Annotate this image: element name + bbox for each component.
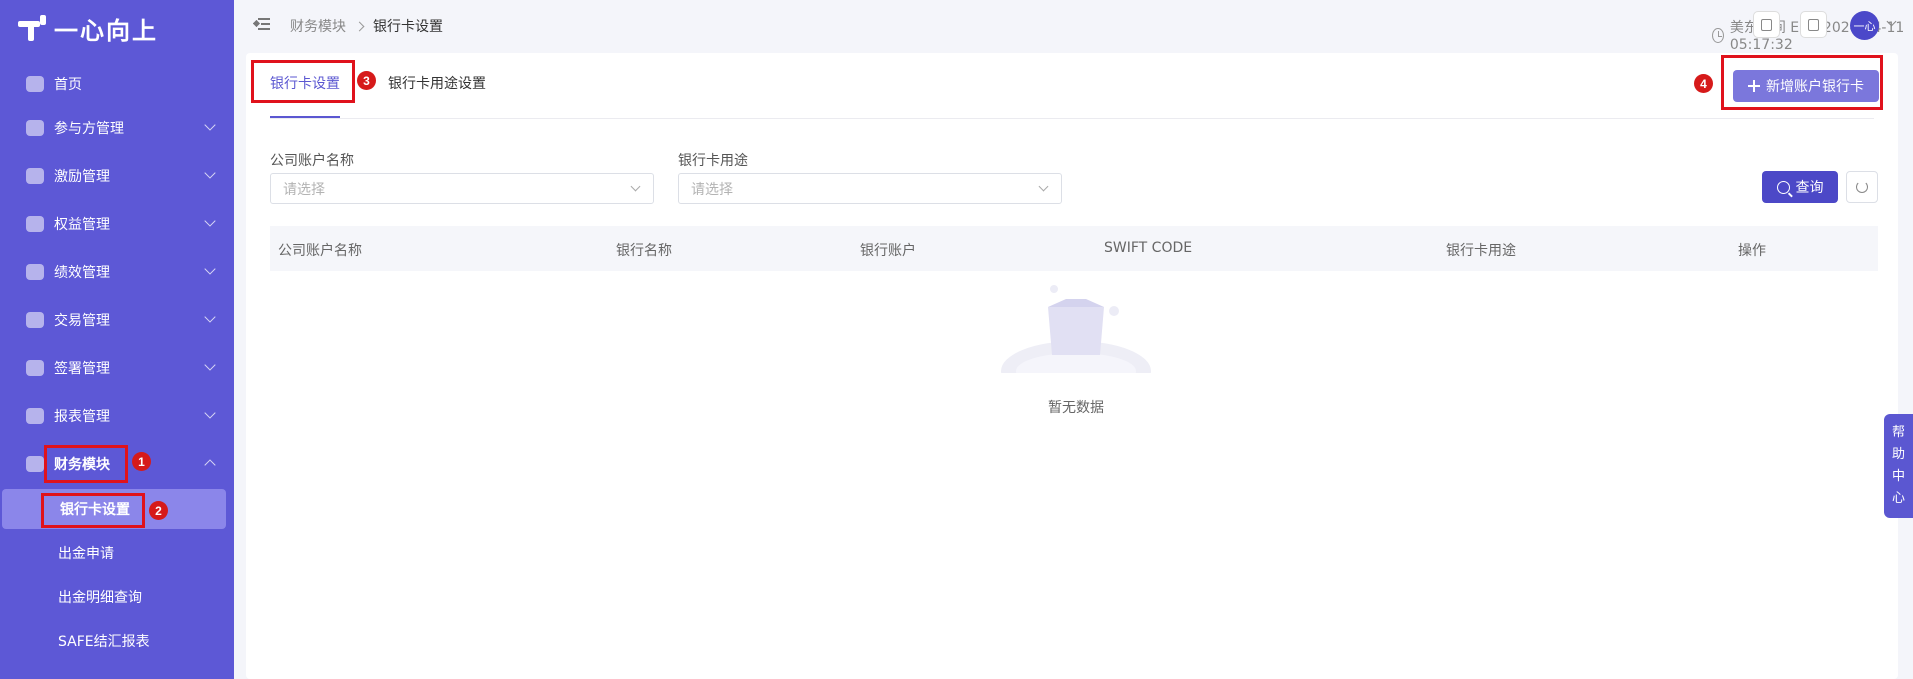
- sidebar-item-equity[interactable]: 权益管理: [0, 204, 234, 244]
- sidebar-subitem-withdraw-detail[interactable]: 出金明细查询: [0, 577, 234, 617]
- column-header: SWIFT CODE: [1104, 240, 1193, 256]
- sidebar-item-label: 签署管理: [54, 361, 110, 377]
- annotation-box-tab: [251, 60, 355, 103]
- chevron-down-icon: [204, 263, 216, 275]
- annotation-badge: 4: [1694, 74, 1713, 93]
- sidebar-subitem-withdraw-request[interactable]: 出金申请: [0, 533, 234, 573]
- sidebar-subitem-label: 出金申请: [58, 546, 114, 562]
- help-char: 中: [1891, 469, 1905, 484]
- annotation-badge: 2: [149, 501, 168, 520]
- empty-state-text: 暂无数据: [1048, 400, 1104, 416]
- search-icon: [1776, 180, 1790, 194]
- sidebar-item-label: 绩效管理: [54, 265, 110, 281]
- task-button[interactable]: [1753, 11, 1780, 38]
- annotation-box-bank-card-settings: [41, 493, 145, 528]
- sidebar-item-trade[interactable]: 交易管理: [0, 300, 234, 340]
- performance-icon: [26, 264, 44, 280]
- tab-divider: [270, 118, 1874, 119]
- annotation-badge: 3: [357, 71, 376, 90]
- breadcrumb: 财务模块 银行卡设置: [290, 16, 443, 36]
- finance-icon: [26, 456, 44, 472]
- top-header: 财务模块 银行卡设置 美东时间 EDT 2024-04-11 05:17:32 …: [234, 0, 1913, 53]
- sidebar-item-report[interactable]: 报表管理: [0, 396, 234, 436]
- app-logo[interactable]: 一心向上: [18, 10, 158, 46]
- chevron-down-icon: [1038, 181, 1049, 192]
- breadcrumb-current: 银行卡设置: [373, 19, 443, 35]
- equity-icon: [26, 216, 44, 232]
- clock-icon: [1712, 27, 1724, 43]
- column-header: 操作: [1738, 243, 1766, 259]
- help-char: 心: [1891, 491, 1905, 506]
- sidebar-subitem-label: 出金明细查询: [58, 590, 142, 606]
- sidebar-item-label: 参与方管理: [54, 121, 124, 137]
- help-char: 助: [1891, 447, 1905, 462]
- theme-button[interactable]: [1800, 11, 1827, 38]
- chevron-down-icon: [204, 311, 216, 323]
- logo-mark-icon: [18, 13, 48, 43]
- annotation-box-add-button: [1721, 55, 1883, 110]
- active-tab-indicator: [270, 116, 340, 118]
- card-usage-label: 银行卡用途: [678, 153, 748, 169]
- shirt-icon: [1808, 18, 1819, 31]
- column-header: 银行名称: [616, 243, 672, 259]
- chevron-down-icon: [204, 407, 216, 419]
- avatar[interactable]: 一心: [1850, 11, 1879, 40]
- empty-box-icon: [1001, 285, 1151, 373]
- select-placeholder: 请选择: [283, 181, 325, 198]
- select-placeholder: 请选择: [691, 181, 733, 198]
- chevron-down-icon: [630, 181, 641, 192]
- sidebar-item-label: 权益管理: [54, 217, 110, 233]
- chevron-down-icon: [204, 167, 216, 179]
- home-icon: [26, 76, 44, 92]
- chevron-down-icon: [204, 359, 216, 371]
- logo-text: 一心向上: [54, 16, 158, 45]
- chevron-up-icon: [204, 459, 216, 471]
- sidebar-item-label: 报表管理: [54, 409, 110, 425]
- main-content: 银行卡设置 银行卡用途设置 新增账户银行卡 公司账户名称 请选择 银行卡用途 请…: [246, 53, 1898, 679]
- table-header: 公司账户名称 银行名称 银行账户 SWIFT CODE 银行卡用途 操作: [270, 226, 1878, 271]
- sidebar-item-label: 激励管理: [54, 169, 110, 185]
- company-account-label: 公司账户名称: [270, 153, 354, 169]
- column-header: 银行卡用途: [1446, 243, 1516, 259]
- query-button-label: 查询: [1795, 180, 1824, 196]
- reset-button[interactable]: [1846, 171, 1878, 203]
- company-account-select[interactable]: 请选择: [270, 173, 654, 204]
- chevron-down-icon: [204, 215, 216, 227]
- incentive-icon: [26, 168, 44, 184]
- refresh-icon: [1856, 181, 1868, 193]
- clipboard-check-icon: [1761, 18, 1772, 31]
- column-header: 银行账户: [860, 243, 916, 259]
- card-usage-select[interactable]: 请选择: [678, 173, 1062, 204]
- trade-icon: [26, 312, 44, 328]
- sidebar-item-sign[interactable]: 签署管理: [0, 348, 234, 388]
- breadcrumb-item[interactable]: 财务模块: [290, 16, 346, 36]
- sidebar-subitem-label: SAFE结汇报表: [58, 634, 150, 650]
- tab-bank-card-usage-settings[interactable]: 银行卡用途设置: [388, 73, 486, 93]
- collapse-sidebar-icon[interactable]: [252, 17, 270, 31]
- breadcrumb-separator-icon: [354, 21, 365, 31]
- sidebar: 一心向上 首页 参与方管理 激励管理 权益管理 绩效管理 交易管理 签署管理 报…: [0, 0, 234, 679]
- sidebar-item-label: 首页: [54, 77, 82, 93]
- chevron-down-icon: [204, 119, 216, 131]
- report-icon: [26, 408, 44, 424]
- help-center-tab[interactable]: 帮 助 中 心: [1884, 414, 1913, 518]
- annotation-box-finance: [44, 445, 128, 483]
- annotation-badge: 1: [132, 452, 151, 471]
- sidebar-item-incentive[interactable]: 激励管理: [0, 156, 234, 196]
- column-header: 公司账户名称: [278, 243, 362, 259]
- participant-icon: [26, 120, 44, 136]
- sidebar-item-label: 交易管理: [54, 313, 110, 329]
- help-char: 帮: [1891, 425, 1905, 440]
- sidebar-subitem-safe-report[interactable]: SAFE结汇报表: [0, 621, 234, 661]
- query-button[interactable]: 查询: [1762, 171, 1838, 203]
- sidebar-item-participants[interactable]: 参与方管理: [0, 108, 234, 148]
- sidebar-item-home[interactable]: 首页: [0, 64, 234, 104]
- sign-icon: [26, 360, 44, 376]
- sidebar-item-performance[interactable]: 绩效管理: [0, 252, 234, 292]
